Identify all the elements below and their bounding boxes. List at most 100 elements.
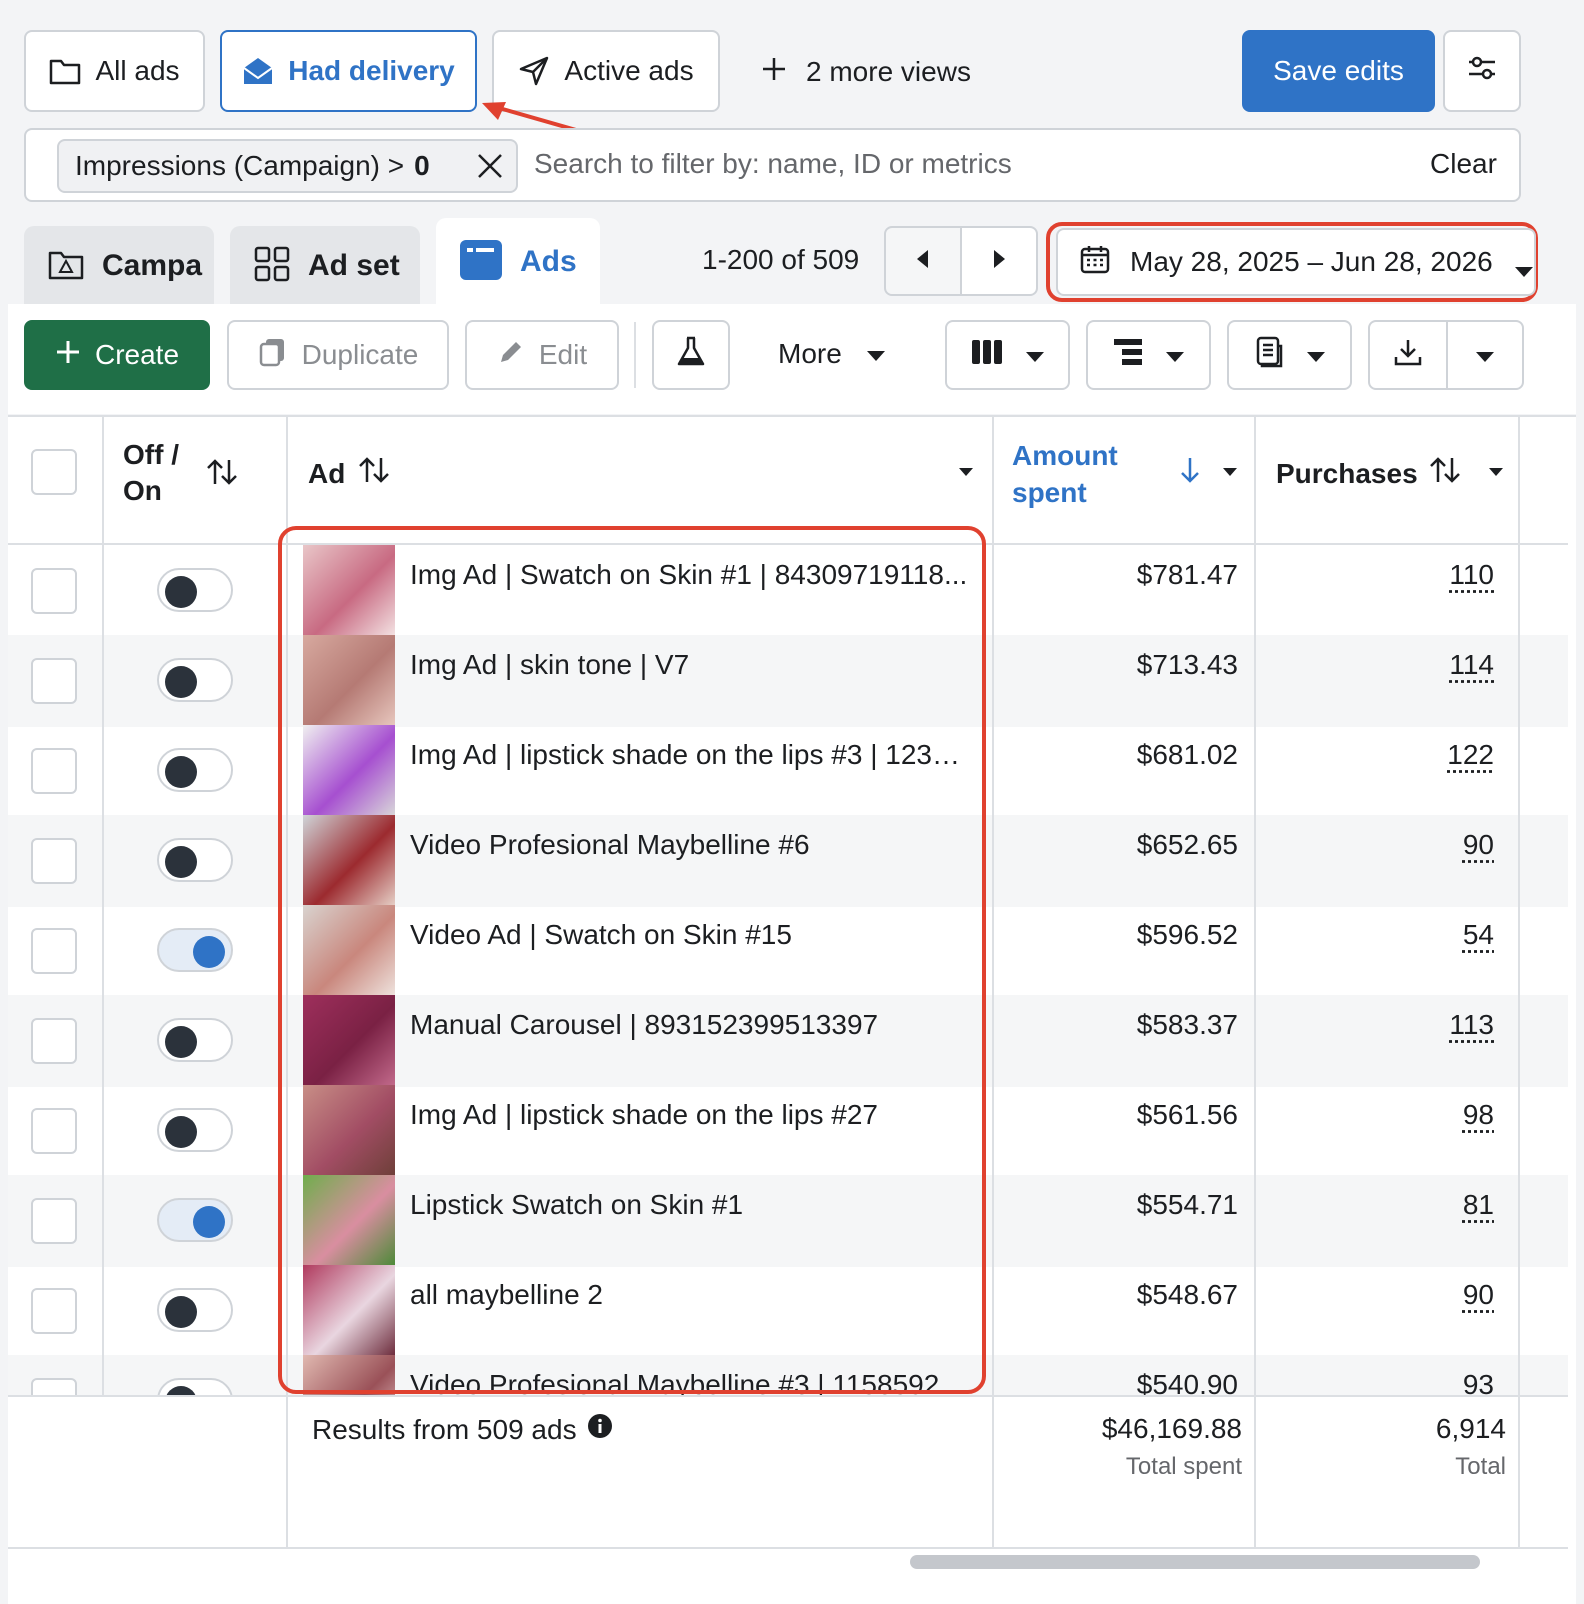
duplicate-label: Duplicate bbox=[301, 339, 419, 370]
grid-icon bbox=[254, 246, 290, 287]
purchases-cell[interactable]: 114 bbox=[1270, 649, 1494, 681]
toggle-knob bbox=[165, 1116, 197, 1148]
sort-arrows-icon[interactable] bbox=[205, 457, 239, 492]
clear-filter-button[interactable]: Clear bbox=[1430, 148, 1497, 180]
row-checkbox[interactable] bbox=[31, 928, 77, 974]
toggle-knob bbox=[165, 756, 197, 788]
ads-window-icon bbox=[460, 239, 502, 285]
export-menu-button[interactable] bbox=[1446, 320, 1524, 390]
edit-button[interactable]: Edit bbox=[465, 320, 619, 390]
breakdown-menu-button[interactable] bbox=[1086, 320, 1211, 390]
row-checkbox[interactable] bbox=[31, 1288, 77, 1334]
purchases-cell[interactable]: 54 bbox=[1270, 919, 1494, 951]
export-button[interactable] bbox=[1368, 320, 1448, 390]
row-checkbox[interactable] bbox=[31, 1108, 77, 1154]
pencil-icon bbox=[497, 338, 525, 373]
horizontal-scrollbar[interactable] bbox=[910, 1555, 1480, 1569]
more-views-button[interactable]: 2 more views bbox=[760, 52, 971, 92]
sort-down-arrow-icon[interactable] bbox=[1178, 455, 1202, 490]
close-icon[interactable] bbox=[475, 151, 505, 188]
date-range-picker[interactable]: May 28, 2025 – Jun 28, 2026 bbox=[1056, 228, 1536, 296]
tab-label: Ad set bbox=[308, 249, 400, 282]
ad-status-toggle[interactable] bbox=[157, 568, 233, 612]
experiments-button[interactable] bbox=[652, 320, 730, 390]
filter-chip-label: Impressions (Campaign) > bbox=[75, 150, 405, 181]
column-header-ad[interactable]: Ad bbox=[308, 455, 391, 492]
row-checkbox[interactable] bbox=[31, 1198, 77, 1244]
columns-menu-button[interactable] bbox=[945, 320, 1070, 390]
toggle-knob bbox=[193, 1206, 225, 1238]
purchases-cell[interactable]: 93 bbox=[1270, 1369, 1494, 1397]
toggle-knob bbox=[165, 846, 197, 878]
reports-menu-button[interactable] bbox=[1227, 320, 1352, 390]
save-edits-button[interactable]: Save edits bbox=[1242, 30, 1435, 112]
tab-ad-sets[interactable]: Ad set bbox=[230, 226, 420, 306]
purchases-cell[interactable]: 90 bbox=[1270, 829, 1494, 861]
sort-arrows-icon bbox=[357, 455, 391, 492]
more-menu-button[interactable]: More bbox=[778, 338, 886, 370]
caret-down-icon bbox=[1165, 339, 1185, 371]
row-checkbox[interactable] bbox=[31, 658, 77, 704]
ad-status-toggle[interactable] bbox=[157, 1018, 233, 1062]
create-label: Create bbox=[94, 339, 180, 370]
amount-spent-cell: $596.52 bbox=[1136, 919, 1238, 950]
envelope-open-icon bbox=[242, 56, 274, 86]
toggle-knob bbox=[165, 1296, 197, 1328]
total-spent-label: Total spent bbox=[1125, 1453, 1242, 1480]
tab-campaigns[interactable]: Campa bbox=[24, 226, 214, 306]
more-views-label: 2 more views bbox=[806, 56, 971, 87]
column-header-off-on[interactable]: Off / On bbox=[123, 437, 179, 509]
ad-status-toggle[interactable] bbox=[157, 1108, 233, 1152]
duplicate-button[interactable]: Duplicate bbox=[227, 320, 449, 390]
ad-status-toggle[interactable] bbox=[157, 658, 233, 702]
filter-chip[interactable]: Impressions (Campaign) > 0 bbox=[57, 139, 518, 193]
next-page-button[interactable] bbox=[960, 226, 1038, 296]
caret-down-icon bbox=[1514, 254, 1534, 286]
report-icon bbox=[1254, 336, 1284, 375]
flask-icon bbox=[676, 336, 706, 375]
column-menu-caret-icon[interactable] bbox=[958, 465, 974, 483]
total-spent-value: $46,169.88 bbox=[1101, 1413, 1242, 1444]
purchases-cell[interactable]: 81 bbox=[1270, 1189, 1494, 1221]
select-all-checkbox[interactable] bbox=[31, 449, 77, 495]
column-menu-caret-icon[interactable] bbox=[1222, 465, 1238, 483]
row-checkbox[interactable] bbox=[31, 838, 77, 884]
row-checkbox[interactable] bbox=[31, 748, 77, 794]
purchases-cell[interactable]: 122 bbox=[1270, 739, 1494, 771]
row-checkbox[interactable] bbox=[31, 1018, 77, 1064]
amount-spent-cell: $681.02 bbox=[1136, 739, 1238, 770]
column-menu-caret-icon[interactable] bbox=[1488, 465, 1504, 483]
amount-spent-cell: $713.43 bbox=[1136, 649, 1238, 680]
purchases-cell[interactable]: 98 bbox=[1270, 1099, 1494, 1131]
amount-spent-cell: $652.65 bbox=[1136, 829, 1238, 860]
purchases-cell[interactable]: 90 bbox=[1270, 1279, 1494, 1311]
tab-ads[interactable]: Ads bbox=[436, 218, 600, 306]
ad-status-toggle[interactable] bbox=[157, 1198, 233, 1242]
purchases-cell[interactable]: 110 bbox=[1270, 559, 1494, 591]
prev-page-button[interactable] bbox=[884, 226, 962, 296]
amount-spent-cell: $554.71 bbox=[1136, 1189, 1238, 1220]
column-header-amount-spent[interactable]: Amount spent bbox=[1012, 437, 1118, 511]
ad-status-toggle[interactable] bbox=[157, 748, 233, 792]
row-checkbox[interactable] bbox=[31, 568, 77, 614]
create-button[interactable]: Create bbox=[24, 320, 210, 390]
caret-down-icon bbox=[1475, 339, 1495, 371]
ad-status-toggle[interactable] bbox=[157, 838, 233, 882]
purchases-cell[interactable]: 113 bbox=[1270, 1009, 1494, 1041]
ad-status-toggle[interactable] bbox=[157, 1288, 233, 1332]
columns-icon bbox=[971, 339, 1003, 372]
save-edits-label: Save edits bbox=[1273, 55, 1404, 86]
view-tab-had-delivery[interactable]: Had delivery bbox=[220, 30, 477, 112]
ad-status-toggle[interactable] bbox=[157, 928, 233, 972]
toggle-knob bbox=[165, 666, 197, 698]
view-tab-all-ads[interactable]: All ads bbox=[24, 30, 205, 112]
settings-sliders-button[interactable] bbox=[1443, 30, 1521, 112]
info-icon[interactable] bbox=[587, 1413, 613, 1446]
folder-icon bbox=[49, 57, 81, 85]
column-header-purchases[interactable]: Purchases bbox=[1276, 455, 1462, 492]
toggle-knob bbox=[165, 576, 197, 608]
total-purchases-label: Total bbox=[1455, 1453, 1506, 1480]
toggle-knob bbox=[193, 936, 225, 968]
amount-spent-cell: $548.67 bbox=[1136, 1279, 1238, 1310]
search-input[interactable]: Search to filter by: name, ID or metrics bbox=[534, 148, 1012, 180]
